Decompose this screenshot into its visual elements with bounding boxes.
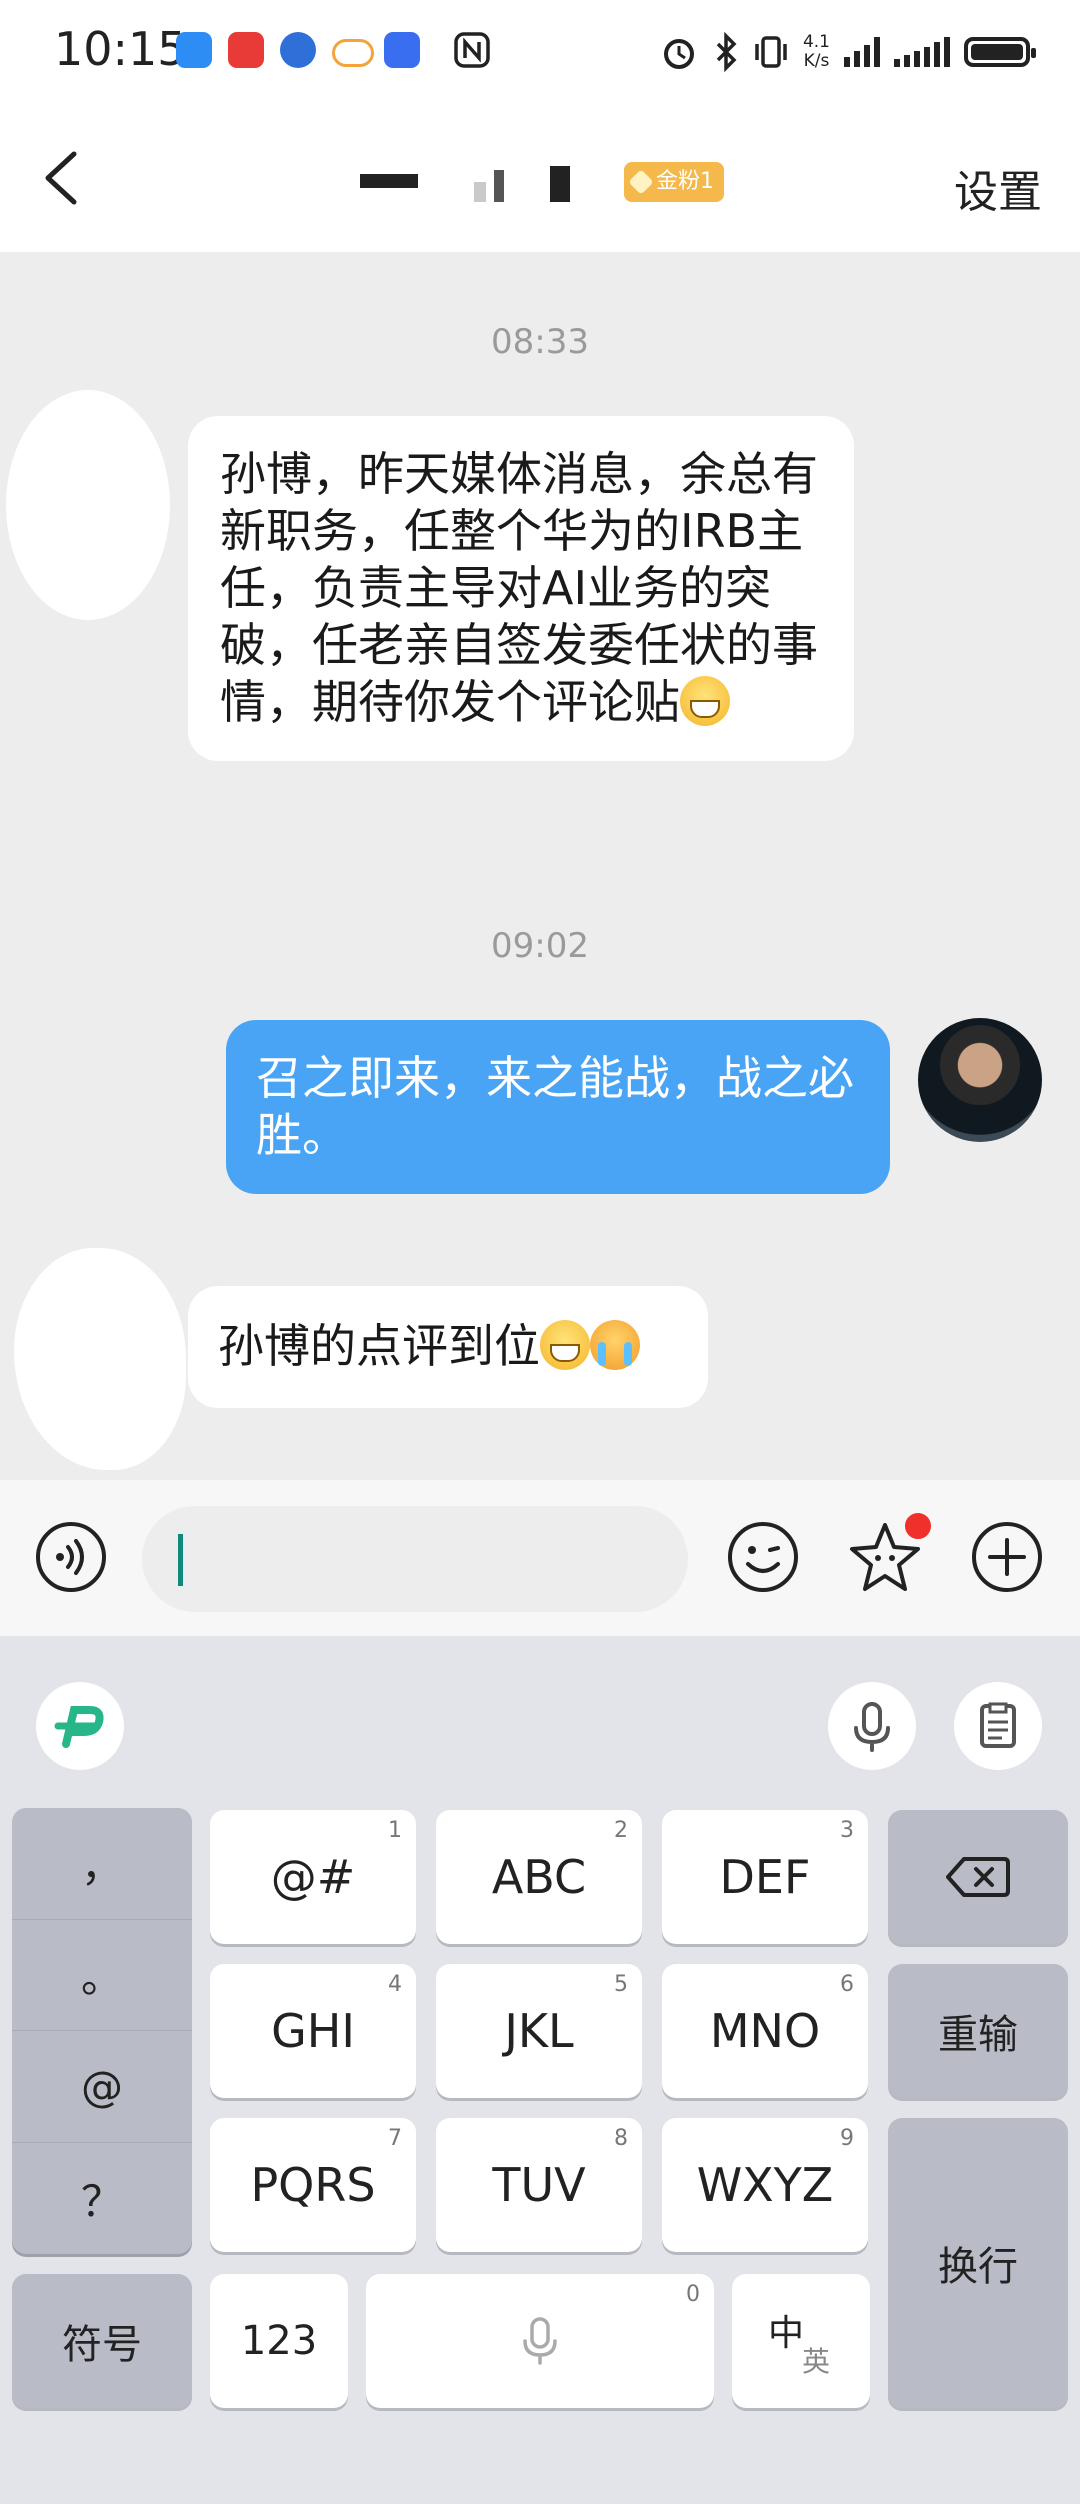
battery-icon (964, 37, 1036, 67)
message-timestamp: 08:33 (491, 322, 589, 362)
back-arrow-icon[interactable] (36, 148, 96, 208)
message-text: 孙博，昨天媒体消息，余总有新职务，任整个华为的IRB主任，负责主导对AI业务的突… (220, 447, 818, 729)
chat-header: 金粉1 设置 (0, 104, 1080, 252)
key-label: ABC (491, 1850, 587, 1904)
fan-badge: 金粉1 (624, 162, 724, 202)
key-label: TUV (492, 2158, 586, 2212)
my-avatar[interactable] (918, 1018, 1042, 1142)
key-number: 3 (840, 1818, 854, 1843)
settings-button[interactable]: 设置 (954, 156, 1042, 220)
backspace-key[interactable] (888, 1810, 1068, 1944)
message-bubble-sent[interactable]: 召之即来，来之能战，战之必胜。 (226, 1020, 890, 1194)
grin-emoji-icon (540, 1320, 590, 1370)
audio-app-icon (384, 32, 420, 68)
text-caret (178, 1534, 183, 1586)
vibrate-icon (755, 36, 787, 68)
crying-laugh-emoji-icon (590, 1320, 640, 1370)
signal-2-icon (894, 37, 950, 67)
key-9[interactable]: WXYZ 9 (662, 2118, 868, 2252)
notification-dot (902, 1510, 934, 1542)
numbers-key[interactable]: 123 (210, 2274, 348, 2408)
ime-logo-icon (54, 1706, 104, 1748)
clipboard-button[interactable] (954, 1682, 1042, 1770)
at-key[interactable]: @ (12, 2031, 192, 2143)
key-2[interactable]: ABC 2 (436, 1810, 642, 1944)
key-label: GHI (271, 2004, 355, 2058)
key-3[interactable]: DEF 3 (662, 1810, 868, 1944)
ime-logo-button[interactable] (36, 1682, 124, 1770)
network-speed: 4.1 K/s (803, 33, 830, 71)
message-input[interactable] (142, 1506, 688, 1612)
key-number: 5 (614, 1972, 628, 1997)
key-number: 0 (686, 2282, 700, 2307)
microphone-icon (854, 1702, 890, 1752)
enter-key[interactable]: 换行 (888, 2118, 1068, 2408)
signal-icon (844, 37, 880, 67)
key-number: 9 (840, 2126, 854, 2151)
key-8[interactable]: TUV 8 (436, 2118, 642, 2252)
net-speed-value: 4.1 (802, 32, 830, 52)
key-4[interactable]: GHI 4 (210, 1964, 416, 2098)
avatar-redacted[interactable] (14, 1248, 186, 1470)
key-number: 7 (388, 2126, 402, 2151)
lang-en-label: 英 (802, 2345, 831, 2378)
key-6[interactable]: MNO 6 (662, 1964, 868, 2098)
fan-badge-label: 金粉1 (656, 169, 714, 194)
status-indicators: 4.1 K/s (659, 24, 1036, 80)
nfc-icon (454, 32, 490, 68)
bluetooth-icon (716, 32, 737, 72)
voice-input-button[interactable] (828, 1682, 916, 1770)
key-7[interactable]: PQRS 7 (210, 2118, 416, 2252)
punctuation-column[interactable]: ， 。 @ ？ (12, 1808, 192, 2254)
period-key[interactable]: 。 (12, 1920, 192, 2031)
key-number: 8 (614, 2126, 628, 2151)
plus-icon[interactable] (970, 1520, 1044, 1594)
message-bubble-received[interactable]: 孙博，昨天媒体消息，余总有新职务，任整个华为的IRB主任，负责主导对AI业务的突… (188, 416, 854, 761)
key-label: WXYZ (696, 2158, 834, 2212)
space-key[interactable]: 0 (366, 2274, 714, 2408)
key-label: @# (270, 1850, 356, 1904)
key-number: 2 (614, 1818, 628, 1843)
key-label: JKL (504, 2004, 574, 2058)
alarm-icon (663, 39, 694, 69)
space-microphone-icon (523, 2317, 557, 2365)
key-label: MNO (709, 2004, 821, 2058)
message-text: 孙博的点评到位 (218, 1319, 540, 1373)
message-text: 召之即来，来之能战，战之必胜。 (256, 1051, 854, 1162)
cloud-app-icon (332, 39, 374, 67)
grin-emoji-icon (680, 676, 730, 726)
language-toggle-key[interactable]: 中 英 (732, 2274, 870, 2408)
status-bar: 10:15 4.1 K/s (0, 0, 1080, 104)
shopping-app-icon (228, 32, 264, 68)
clock: 10:15 (54, 22, 187, 76)
clipboard-icon (980, 1702, 1016, 1748)
key-5[interactable]: JKL 5 (436, 1964, 642, 2098)
browser-app-icon (280, 32, 316, 68)
avatar-redacted[interactable] (6, 390, 170, 620)
gem-icon (628, 169, 654, 195)
voice-icon[interactable] (34, 1520, 108, 1594)
message-bubble-received[interactable]: 孙博的点评到位 (188, 1286, 708, 1408)
comma-key[interactable]: ， (12, 1808, 192, 1920)
lang-zh-label: 中 (768, 2313, 805, 2354)
net-speed-unit: K/s (803, 51, 830, 71)
keyboard: ， 。 @ ？ @# 1 ABC 2 DEF 3 GHI 4 JKL 5 MNO 6 PQR… (0, 1636, 1080, 2504)
question-key[interactable]: ？ (12, 2143, 192, 2255)
symbols-key[interactable]: 符号 (12, 2274, 192, 2408)
input-bar (0, 1480, 1080, 1636)
message-app-icon (176, 32, 212, 68)
key-number: 4 (388, 1972, 402, 1997)
backspace-icon (946, 1857, 1010, 1897)
key-1[interactable]: @# 1 (210, 1810, 416, 1944)
key-number: 6 (840, 1972, 854, 1997)
smiley-icon[interactable] (726, 1520, 800, 1594)
message-timestamp: 09:02 (491, 926, 589, 966)
key-label: PQRS (250, 2158, 376, 2212)
key-number: 1 (388, 1818, 402, 1843)
key-label: DEF (719, 1850, 811, 1904)
redo-key[interactable]: 重输 (888, 1964, 1068, 2098)
